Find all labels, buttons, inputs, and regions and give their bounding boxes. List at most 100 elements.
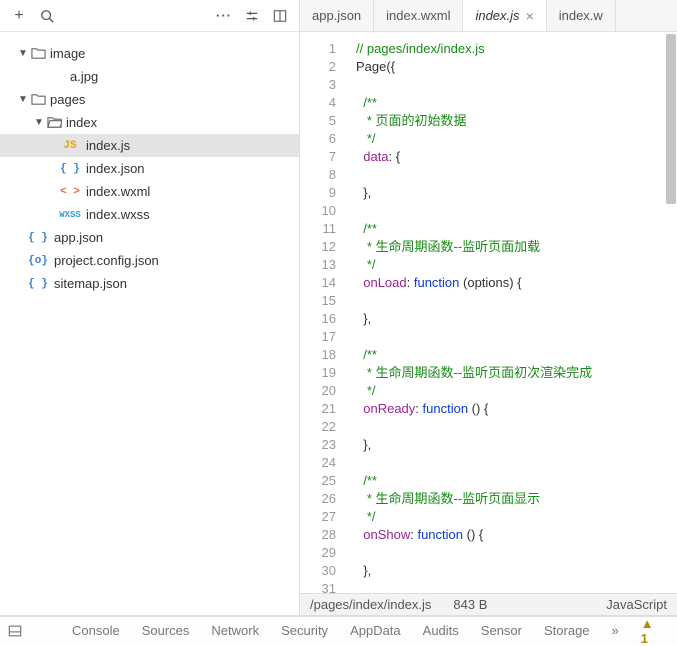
- line-number: 17: [300, 328, 336, 346]
- status-size: 843 B: [453, 597, 487, 612]
- tree-item-label: index.js: [86, 138, 130, 153]
- tree-folder[interactable]: ▼index: [0, 111, 299, 134]
- wxml-icon: < >: [60, 186, 80, 198]
- line-number: 3: [300, 76, 336, 94]
- line-number: 8: [300, 166, 336, 184]
- status-language[interactable]: JavaScript: [606, 597, 667, 612]
- editor-tab[interactable]: index.wxml: [374, 0, 463, 31]
- collapse-button[interactable]: [239, 3, 265, 29]
- editor-tab[interactable]: app.json: [300, 0, 374, 31]
- line-number: 25: [300, 472, 336, 490]
- search-button[interactable]: [34, 3, 60, 29]
- code-content[interactable]: // pages/index/index.jsPage({ /** * 页面的初…: [346, 32, 677, 593]
- tree-item-label: a.jpg: [70, 69, 98, 84]
- code-line: [356, 544, 677, 562]
- collapse-icon: [245, 9, 259, 23]
- tree-file[interactable]: a.jpg: [0, 65, 299, 88]
- tree-file[interactable]: { }app.json: [0, 226, 299, 249]
- code-line: /**: [356, 220, 677, 238]
- warning-badge[interactable]: ▲ 1: [641, 616, 654, 646]
- devtools-tab[interactable]: AppData: [350, 623, 401, 638]
- code-line: [356, 292, 677, 310]
- close-icon[interactable]: ×: [526, 8, 534, 24]
- tree-folder[interactable]: ▼ image: [0, 42, 299, 65]
- code-line: onReady: function () {: [356, 400, 677, 418]
- line-number: 4: [300, 94, 336, 112]
- line-number: 27: [300, 508, 336, 526]
- line-number: 24: [300, 454, 336, 472]
- code-line: */: [356, 130, 677, 148]
- tree-file[interactable]: WXSSindex.wxss: [0, 203, 299, 226]
- file-tree: ▼imagea.jpg▼pages▼indexJSindex.js{ }inde…: [0, 32, 299, 615]
- devtools-tab[interactable]: Network: [211, 623, 259, 638]
- code-line: /**: [356, 472, 677, 490]
- search-icon: [40, 9, 54, 23]
- split-icon: [273, 9, 287, 23]
- cfg-icon: {o}: [28, 255, 48, 267]
- code-line: */: [356, 382, 677, 400]
- line-number: 21: [300, 400, 336, 418]
- folder-icon: [30, 46, 46, 62]
- scrollbar-thumb[interactable]: [666, 34, 676, 204]
- line-number: 26: [300, 490, 336, 508]
- line-number: 20: [300, 382, 336, 400]
- json-icon: { }: [60, 163, 80, 175]
- tree-folder[interactable]: ▼ pages: [0, 88, 299, 111]
- editor-tab[interactable]: index.w: [547, 0, 616, 31]
- tree-item-label: index.wxml: [86, 184, 150, 199]
- dock-icon: [8, 624, 22, 638]
- vertical-scrollbar[interactable]: [665, 32, 677, 593]
- line-number: 22: [300, 418, 336, 436]
- tree-item-label: pages: [50, 92, 85, 107]
- dock-button[interactable]: [8, 624, 22, 638]
- split-button[interactable]: [267, 3, 293, 29]
- devtools-tab[interactable]: Storage: [544, 623, 590, 638]
- code-line: */: [356, 256, 677, 274]
- code-line: },: [356, 184, 677, 202]
- tree-item-label: sitemap.json: [54, 276, 127, 291]
- devtools-tab[interactable]: Console: [72, 623, 120, 638]
- line-number: 5: [300, 112, 336, 130]
- code-line: [356, 418, 677, 436]
- line-number: 2: [300, 58, 336, 76]
- line-number: 9: [300, 184, 336, 202]
- json-icon: { }: [28, 278, 48, 290]
- expand-arrow[interactable]: ▼: [34, 117, 44, 128]
- code-area: 1234567891011121314151617181920212223242…: [300, 32, 677, 593]
- code-line: },: [356, 310, 677, 328]
- overflow-indicator[interactable]: »: [612, 623, 619, 638]
- editor-statusbar: /pages/index/index.js 843 B JavaScript: [300, 593, 677, 615]
- line-number: 19: [300, 364, 336, 382]
- code-line: * 生命周期函数--监听页面显示: [356, 490, 677, 508]
- expand-arrow[interactable]: ▼: [18, 94, 28, 105]
- code-line: [356, 76, 677, 94]
- tree-file[interactable]: {o}project.config.json: [0, 249, 299, 272]
- line-number: 29: [300, 544, 336, 562]
- tree-file[interactable]: { }index.json: [0, 157, 299, 180]
- devtools-tab[interactable]: Security: [281, 623, 328, 638]
- devtools-tab[interactable]: Sensor: [481, 623, 522, 638]
- expand-arrow[interactable]: ▼: [18, 48, 28, 59]
- tree-file[interactable]: < > index.wxml: [0, 180, 299, 203]
- line-number: 15: [300, 292, 336, 310]
- tree-file[interactable]: { } sitemap.json: [0, 272, 299, 295]
- line-number: 30: [300, 562, 336, 580]
- code-line: data: {: [356, 148, 677, 166]
- add-button[interactable]: +: [6, 3, 32, 29]
- tree-file[interactable]: JS index.js: [0, 134, 299, 157]
- tree-item-label: image: [50, 46, 85, 61]
- editor-tab[interactable]: index.js ×: [463, 0, 546, 31]
- more-button[interactable]: ···: [211, 3, 237, 29]
- devtools-tab[interactable]: Sources: [142, 623, 190, 638]
- folder-icon: [30, 92, 46, 108]
- line-number: 23: [300, 436, 336, 454]
- line-number: 14: [300, 274, 336, 292]
- line-number: 28: [300, 526, 336, 544]
- tree-item-label: app.json: [54, 230, 103, 245]
- tab-label: index.js: [475, 8, 519, 23]
- editor-tabbar: app.jsonindex.wxml index.js × index.w: [300, 0, 677, 32]
- devtools-tab[interactable]: Audits: [423, 623, 459, 638]
- js-icon: JS: [60, 140, 80, 152]
- editor-panel: app.jsonindex.wxmlindex.js×index.w 12345…: [300, 0, 677, 615]
- devtools-tabbar: Console Sources Network Security AppData Audi…: [0, 616, 677, 644]
